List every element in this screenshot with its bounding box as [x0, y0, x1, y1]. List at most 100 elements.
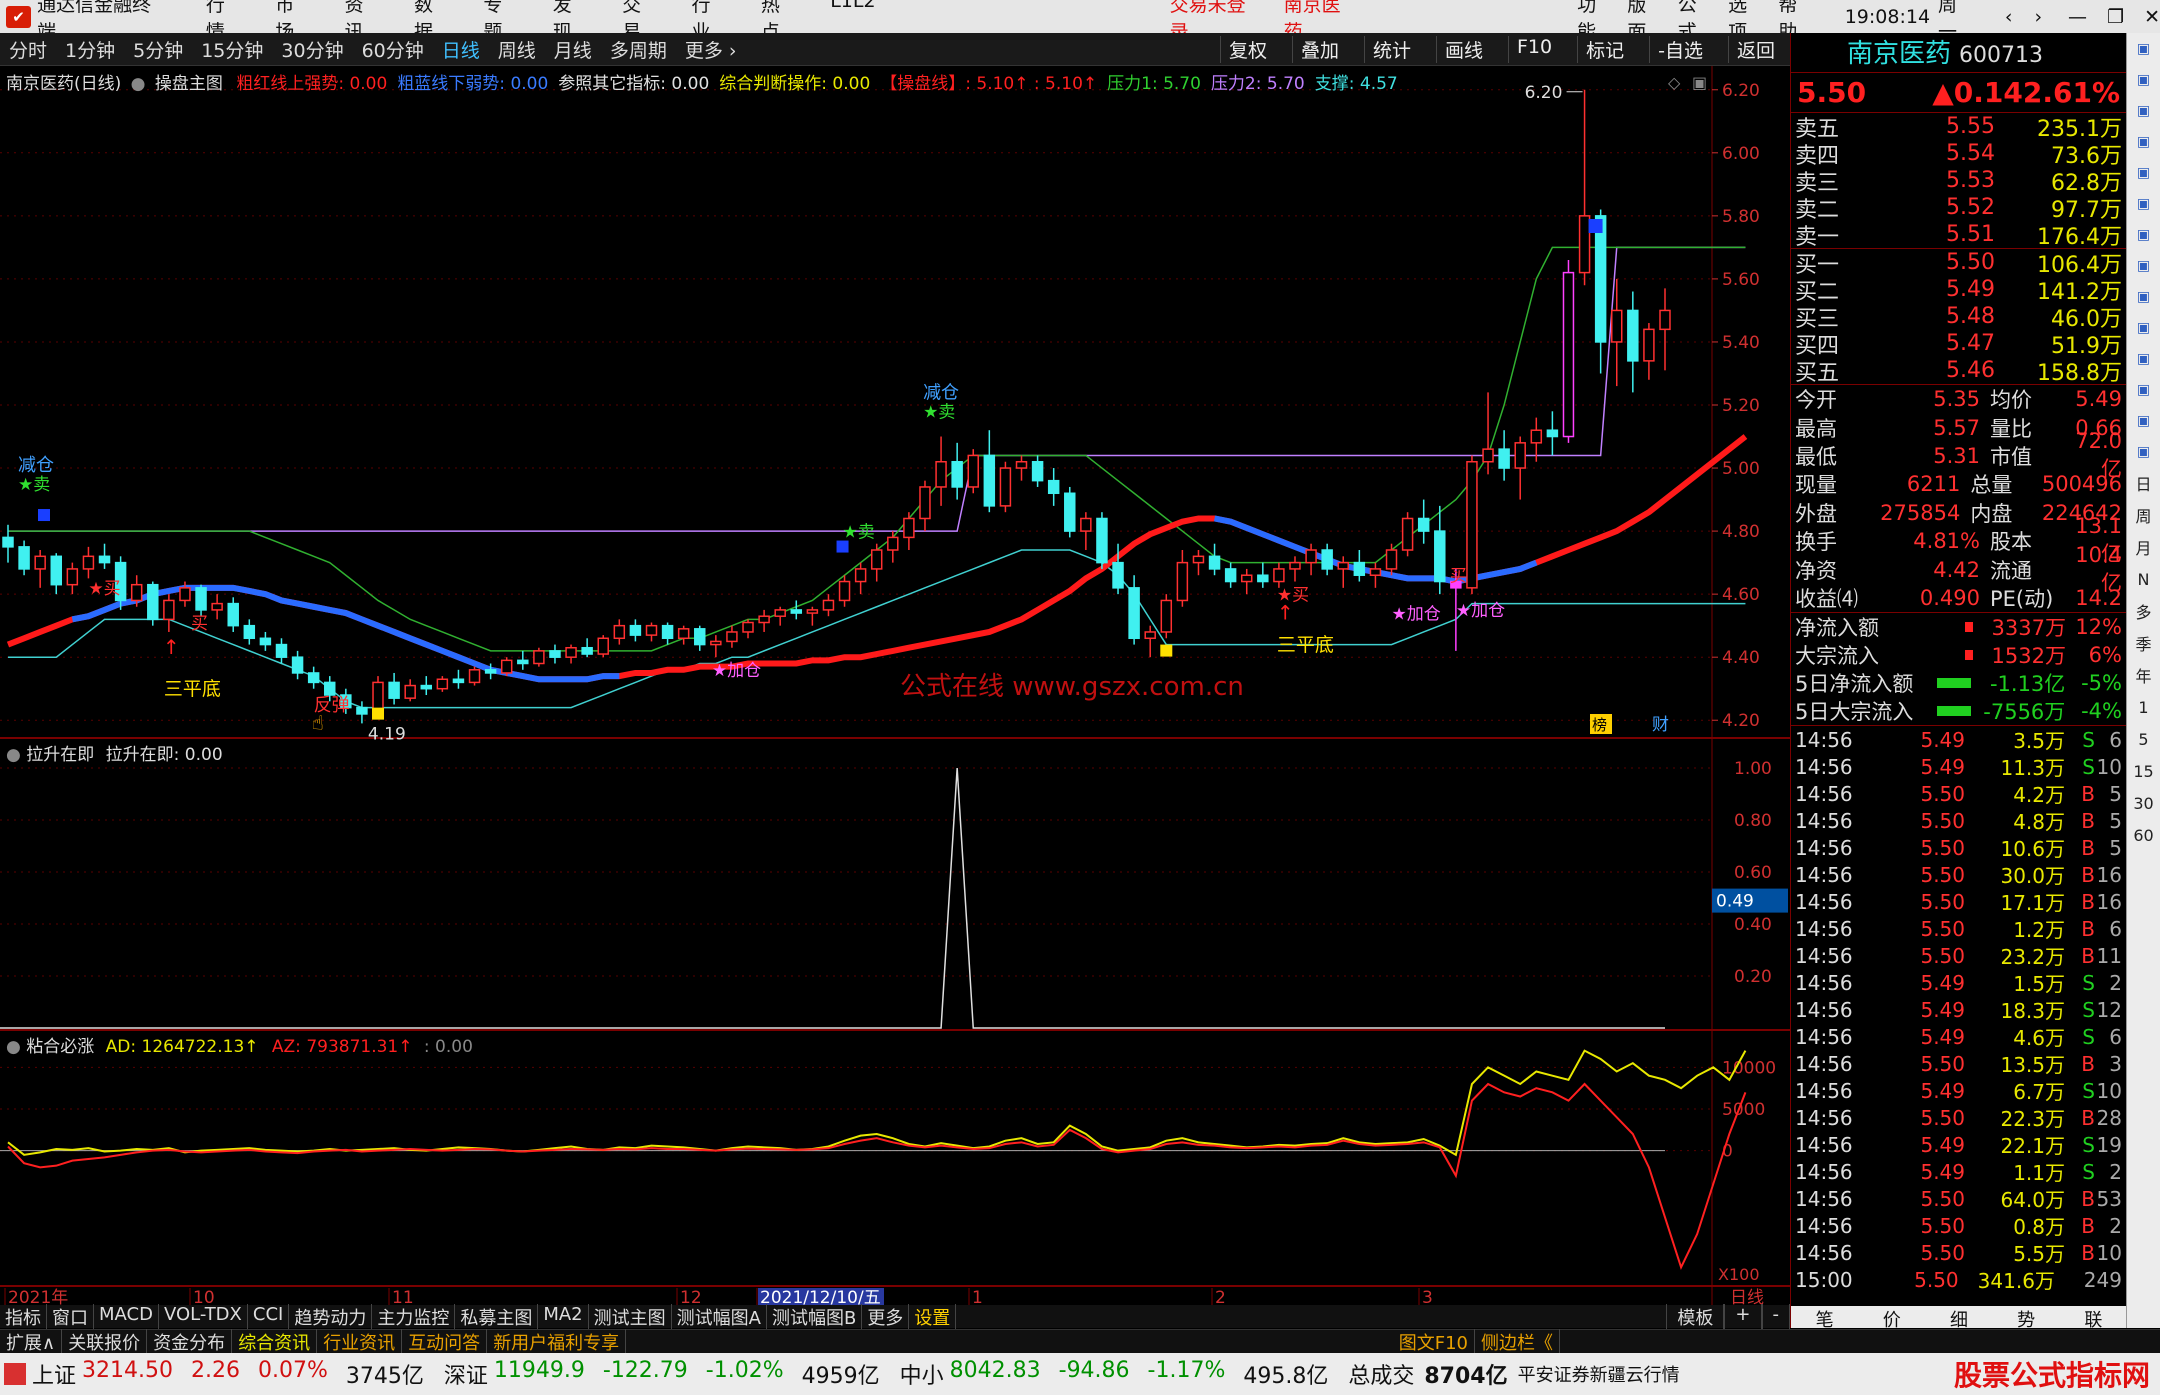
tick-list[interactable]: 14:56 5.49 3.5万 S 6 14:56 5.49 11.3万 S 10 14:56 5.5…	[1791, 726, 2126, 1294]
period-tab-10[interactable]: 更多 ›	[685, 36, 737, 63]
period-tab-8[interactable]: 月线	[554, 36, 592, 63]
indicator-tab-3[interactable]: VOL-TDX	[159, 1303, 248, 1330]
price-axis-label: 5.60	[1722, 270, 1760, 290]
tick-cell: B	[2081, 889, 2095, 914]
sidebar-period-6[interactable]: 年	[2127, 659, 2160, 691]
restore-icon[interactable]: ❐	[2107, 6, 2124, 28]
sidebar-tool-icon[interactable]: ▣	[2127, 126, 2160, 157]
nav-forward-icon[interactable]: ›	[2034, 6, 2042, 28]
info-tab-1[interactable]: 关联报价	[62, 1328, 148, 1355]
indicator-tab-11[interactable]: 测试幅图B	[767, 1303, 863, 1330]
indicator-tab-10[interactable]: 测试幅图A	[672, 1303, 767, 1330]
func-button-5[interactable]: 标记	[1577, 35, 1624, 63]
sidebar-tool-icon[interactable]: ▣	[2127, 281, 2160, 312]
quote-tab-2[interactable]: 细	[1950, 1306, 1968, 1331]
func-button-1[interactable]: 叠加	[1291, 35, 1339, 63]
indicator-tab-9[interactable]: 测试主图	[589, 1303, 672, 1330]
sub1-dot-icon[interactable]: ●	[6, 745, 21, 765]
info-tab-2[interactable]: 资金分布	[147, 1328, 233, 1355]
sidebar-tool-icon[interactable]: ▣	[2127, 157, 2160, 188]
sidebar-period-9[interactable]: 15	[2127, 755, 2160, 787]
sidebar-period-7[interactable]: 1	[2127, 691, 2160, 723]
sub1-name[interactable]: 拉升在即	[26, 745, 94, 765]
indicator-tab-8[interactable]: MA2	[538, 1303, 589, 1330]
sidebar-period-8[interactable]: 5	[2127, 723, 2160, 755]
nav-back-icon[interactable]: ‹	[2005, 6, 2013, 28]
indicator-tab-0[interactable]: 指标	[0, 1303, 47, 1330]
info-tab-5[interactable]: 互动问答	[402, 1328, 488, 1355]
candle-body	[356, 706, 368, 715]
sidebar-tool-icon[interactable]: ▣	[2127, 250, 2160, 281]
info-tab-6[interactable]: 新用户福利专享	[487, 1328, 627, 1355]
info-tab-right-1[interactable]: 侧边栏《	[1475, 1328, 1560, 1355]
kline-chart[interactable]: 6.20 6.00 5.80 5.60 5.40 5.20 5.00 4.80 4.60 4.40…	[0, 66, 1790, 1306]
price-axis-label: 4.40	[1722, 648, 1760, 668]
sidebar-period-5[interactable]: 季	[2127, 627, 2160, 659]
quote-tab-0[interactable]: 笔	[1816, 1306, 1834, 1331]
candle-body	[1112, 561, 1124, 589]
func-button-7[interactable]: 返回	[1727, 35, 1775, 63]
indicator-tab-5[interactable]: 趋势动力	[289, 1303, 373, 1330]
index-label[interactable]: 上证	[32, 1358, 76, 1390]
info-tab-right-0[interactable]: 图文F10	[1393, 1328, 1475, 1355]
func-button-3[interactable]: 画线	[1435, 35, 1483, 63]
sidebar-tool-icon[interactable]: ▣	[2127, 95, 2160, 126]
indicator-tab-2[interactable]: MACD	[94, 1303, 159, 1330]
sidebar-tool-icon[interactable]: ▣	[2127, 219, 2160, 250]
info-tab-4[interactable]: 行业资讯	[317, 1328, 403, 1355]
info-tab-0[interactable]: 扩展∧	[0, 1328, 63, 1355]
sidebar-tool-icon[interactable]: ▣	[2127, 374, 2160, 405]
settings-dot-icon[interactable]: ●	[131, 74, 146, 94]
sub2-name[interactable]: 粘合必涨	[26, 1037, 94, 1057]
period-tab-6[interactable]: 日线	[442, 36, 480, 63]
quote-tab-4[interactable]: 联	[2084, 1306, 2102, 1331]
period-tab-1[interactable]: 1分钟	[65, 36, 115, 63]
period-tab-4[interactable]: 30分钟	[281, 36, 343, 63]
period-tab-7[interactable]: 周线	[498, 36, 536, 63]
sidebar-tool-icon[interactable]: ▣	[2127, 64, 2160, 95]
func-button-4[interactable]: F10	[1508, 35, 1552, 63]
sidebar-period-10[interactable]: 30	[2127, 787, 2160, 819]
indicator-tab-6[interactable]: 主力监控	[372, 1303, 456, 1330]
quote-tab-3[interactable]: 势	[2017, 1306, 2035, 1331]
sub2-dot-icon[interactable]: ●	[6, 1037, 21, 1057]
tab-right-1[interactable]: +	[1724, 1303, 1762, 1330]
sidebar-tool-icon[interactable]: ▣	[2127, 33, 2160, 64]
func-button-0[interactable]: 复权	[1219, 35, 1267, 63]
tab-right-2[interactable]: -	[1761, 1303, 1790, 1330]
index-label[interactable]: 中小	[900, 1358, 944, 1390]
sidebar-period-4[interactable]: 多	[2127, 595, 2160, 627]
period-tab-5[interactable]: 60分钟	[362, 36, 424, 63]
func-button-6[interactable]: -自选	[1649, 35, 1703, 63]
sidebar-tool-icon[interactable]: ▣	[2127, 343, 2160, 374]
period-tab-3[interactable]: 15分钟	[201, 36, 263, 63]
indicator-tab-1[interactable]: 窗口	[47, 1303, 94, 1330]
index-label[interactable]: 深证	[444, 1358, 488, 1390]
sidebar-period-11[interactable]: 60	[2127, 819, 2160, 851]
sidebar-tool-icon[interactable]: ▣	[2127, 405, 2160, 436]
sidebar-period-0[interactable]: 日	[2127, 467, 2160, 499]
func-button-2[interactable]: 统计	[1363, 35, 1411, 63]
indicator-tab-4[interactable]: CCI	[248, 1303, 290, 1330]
period-tab-9[interactable]: 多周期	[610, 36, 667, 63]
period-tab-2[interactable]: 5分钟	[133, 36, 183, 63]
quote-tab-1[interactable]: 价	[1883, 1306, 1901, 1331]
close-icon[interactable]: ✕	[2144, 6, 2160, 28]
indicator-tab-7[interactable]: 私募主图	[455, 1303, 539, 1330]
info-tab-3[interactable]: 综合资讯	[232, 1328, 318, 1355]
sidebar-period-2[interactable]: 月	[2127, 531, 2160, 563]
tab-right-0[interactable]: 模板	[1666, 1303, 1725, 1330]
sidebar-tool-icon[interactable]: ▣	[2127, 436, 2160, 467]
minimize-icon[interactable]: —	[2068, 6, 2087, 28]
period-tab-0[interactable]: 分时	[9, 36, 47, 63]
sidebar-tool-icon[interactable]: ▣	[2127, 312, 2160, 343]
sidebar-period-1[interactable]: 周	[2127, 499, 2160, 531]
indicator-tab-12[interactable]: 更多	[862, 1303, 910, 1330]
indicator-name[interactable]: 操盘主图	[155, 74, 223, 94]
indicator-tab-13[interactable]: 设置	[909, 1303, 957, 1330]
sidebar-tool-icon[interactable]: ▣	[2127, 188, 2160, 219]
sidebar-period-3[interactable]: N	[2127, 563, 2160, 595]
add-position-label: ★加仓	[1456, 601, 1505, 621]
index-pct: 0.07%	[257, 1358, 328, 1383]
price-axis-label: 5.40	[1722, 333, 1760, 353]
